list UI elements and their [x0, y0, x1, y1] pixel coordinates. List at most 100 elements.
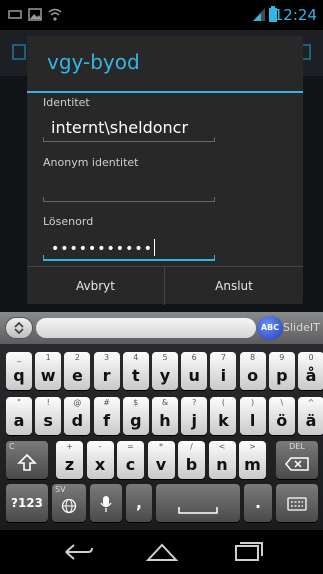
key-char: ö [276, 411, 288, 430]
wifi-icon [48, 8, 62, 21]
key-secondary-char: 7 [220, 353, 226, 362]
key-x[interactable]: -x [86, 441, 114, 479]
period-key[interactable]: . [244, 484, 272, 522]
key-secondary-char: " [17, 398, 21, 407]
key-char: g [130, 411, 142, 430]
key-l[interactable]: ) l [239, 397, 266, 435]
key-c[interactable]: = c [117, 441, 144, 479]
key-char: l [249, 411, 256, 430]
key-y[interactable]: 5y [152, 352, 178, 390]
voice-input-key[interactable] [90, 484, 122, 522]
key-a[interactable]: " a [6, 397, 32, 435]
key-secondary-char: ! [46, 398, 50, 407]
key-s[interactable]: ! s [35, 397, 62, 435]
cancel-button[interactable]: Avbryt [27, 267, 165, 305]
key-char: v [155, 455, 167, 474]
symbols-key[interactable]: ?123 [6, 484, 48, 522]
key-secondary-char: / [190, 442, 193, 451]
anonymous-identity-field[interactable] [43, 174, 215, 202]
key-secondary-char: < [218, 442, 226, 451]
key-v[interactable]: * v [147, 441, 175, 479]
notification-icon [8, 10, 22, 19]
key-char: i [220, 366, 227, 385]
key-secondary-char: 9 [279, 353, 285, 362]
key-char: k [218, 411, 229, 430]
identity-field[interactable]: internt\sheldoncr [43, 114, 215, 142]
key-p[interactable]: 9p [268, 352, 295, 390]
dialog-title: vgy-byod [47, 50, 140, 74]
key-d[interactable]: @ d [64, 397, 91, 435]
keyboard-icon [287, 497, 307, 511]
dialog-button-bar: Avbryt Anslut [27, 266, 303, 305]
key-char: d [71, 411, 84, 430]
key-h[interactable]: & h [152, 397, 178, 435]
key-w[interactable]: 1w [35, 352, 62, 390]
text-cursor [153, 239, 155, 256]
key-k[interactable]: (k [210, 397, 237, 435]
key-secondary-char: 2 [74, 353, 80, 362]
back-button[interactable] [58, 540, 98, 564]
key-secondary-char: ( [221, 398, 225, 407]
backspace-icon [285, 457, 309, 471]
shift-arrow-icon [17, 453, 37, 471]
space-key[interactable] [156, 484, 240, 522]
symbols-label: ?123 [10, 496, 43, 510]
wifi-credentials-dialog: vgy-byod Identitet internt\sheldoncr Ano… [27, 36, 303, 305]
key-o[interactable]: 8o [239, 352, 266, 390]
key-u[interactable]: 6u [181, 352, 208, 390]
shift-secondary: C [9, 442, 15, 451]
key-char: a [13, 411, 25, 430]
space-bar-icon [178, 507, 218, 514]
key-n[interactable]: < n [208, 441, 236, 479]
key-q[interactable]: _ q [6, 352, 32, 390]
recent-apps-button[interactable] [228, 540, 268, 564]
enter-key[interactable] [276, 484, 318, 522]
globe-icon [61, 498, 77, 514]
key-g[interactable]: $ g [122, 397, 149, 435]
key-ä[interactable]: ^ ä [298, 397, 323, 435]
clock: 12:24 [273, 6, 317, 24]
shift-key[interactable]: C [6, 441, 48, 479]
key-secondary-char: > [249, 442, 256, 451]
home-button[interactable] [142, 540, 182, 564]
key-char: å [305, 366, 317, 385]
key-char: z [64, 455, 75, 474]
key-secondary-char: 3 [104, 353, 110, 362]
collapse-arrows-icon [14, 321, 24, 335]
soft-keyboard: ABC SlideIT C DEL ?123 SV , . _ q 1 w 2 … [0, 312, 323, 530]
language-label: SV [55, 485, 66, 494]
key-char: p [276, 366, 288, 385]
navigation-bar [0, 530, 323, 574]
key-e[interactable]: 2e [64, 352, 91, 390]
password-field[interactable]: ••••••••••• [43, 233, 215, 261]
comma-key[interactable]: , [126, 484, 152, 522]
key-secondary-char: _ [17, 353, 21, 362]
key-char: ä [305, 411, 317, 430]
key-char: j [191, 411, 197, 430]
key-char: c [125, 455, 136, 474]
identity-label: Identitet [43, 96, 90, 109]
key-t[interactable]: 4t [122, 352, 149, 390]
key-secondary-char: \ [280, 398, 284, 407]
key-ö[interactable]: \ ö [268, 397, 295, 435]
key-m[interactable]: > m [239, 441, 266, 479]
key-z[interactable]: + z [56, 441, 83, 479]
key-secondary-char: ? [192, 398, 197, 407]
key-i[interactable]: 7i [210, 352, 237, 390]
key-j[interactable]: ? j [181, 397, 208, 435]
abc-mode-button[interactable]: ABC [257, 316, 283, 340]
key-b[interactable]: / b [178, 441, 205, 479]
suggestion-strip[interactable] [36, 318, 256, 338]
key-å[interactable]: 0å [298, 352, 323, 390]
key-secondary-char: 5 [162, 353, 168, 362]
connect-button[interactable]: Anslut [165, 267, 303, 305]
delete-key[interactable]: DEL [276, 441, 318, 479]
key-secondary-char: 8 [250, 353, 256, 362]
key-r[interactable]: 3r [93, 352, 120, 390]
status-bar: 12:24 [0, 0, 323, 30]
language-key[interactable]: SV [52, 484, 86, 522]
password-value: ••••••••••• [51, 241, 153, 257]
key-char: o [247, 366, 259, 385]
collapse-keyboard-button[interactable] [5, 317, 33, 339]
key-f[interactable]: # f [93, 397, 120, 435]
